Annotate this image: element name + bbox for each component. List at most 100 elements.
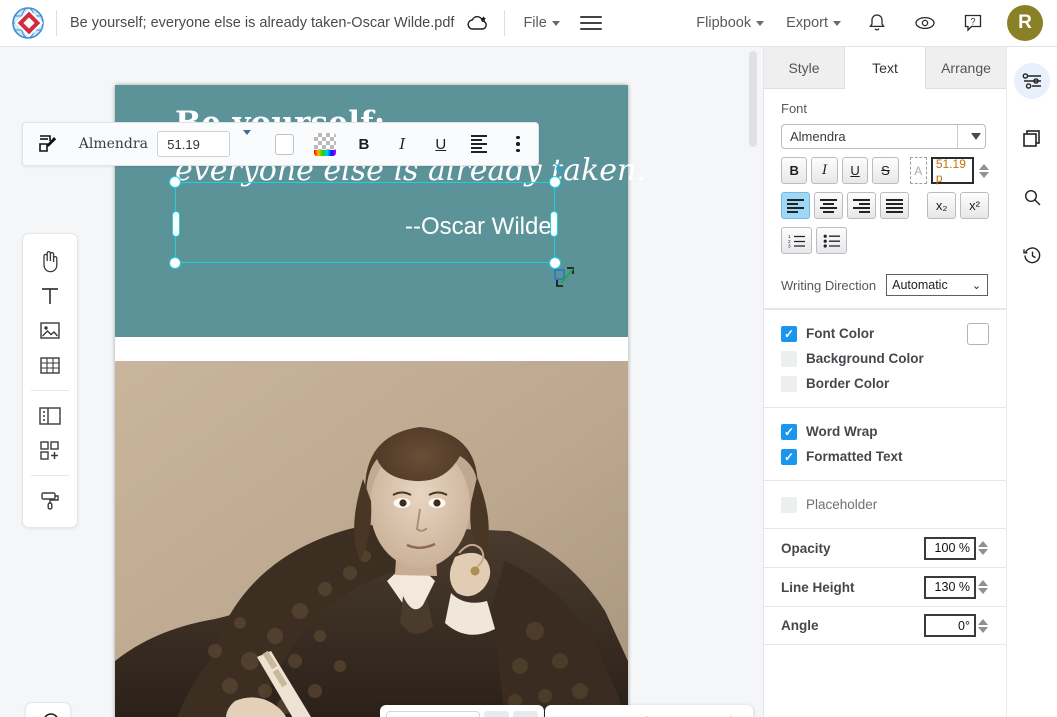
export-menu-label: Export (786, 15, 828, 31)
superscript-button[interactable]: x² (960, 192, 989, 219)
page-white-strip (115, 337, 628, 361)
header-right-group: Flipbook Export ? R (674, 5, 1057, 41)
italic-button[interactable]: I (811, 157, 837, 184)
background-color-checkbox[interactable] (781, 351, 797, 367)
previous-page-button[interactable]: ‹ (484, 711, 509, 717)
subscript-button[interactable]: x₂ (927, 192, 956, 219)
zoom-in-button[interactable] (719, 711, 745, 717)
align-center-button[interactable] (814, 192, 843, 219)
rotate-handle-icon[interactable]: ↻ (554, 161, 566, 178)
border-color-checkbox[interactable] (781, 376, 797, 392)
redo-button[interactable] (594, 711, 620, 717)
app-logo[interactable] (0, 5, 56, 41)
hand-tool[interactable] (30, 243, 70, 278)
avatar[interactable]: R (1007, 5, 1043, 41)
line-height-label: Line Height (781, 580, 855, 595)
strikethrough-button[interactable]: S (872, 157, 898, 184)
opacity-label: Opacity (781, 541, 831, 556)
writing-direction-select[interactable]: Automatic ⌄ (886, 274, 988, 296)
file-menu[interactable]: File (523, 15, 559, 31)
word-wrap-checkbox[interactable] (781, 424, 797, 440)
angle-input[interactable]: 0° (924, 614, 976, 637)
auto-size-A-icon[interactable]: A (910, 157, 927, 184)
presentation-play-button[interactable] (25, 702, 71, 717)
align-justify-icon[interactable] (469, 133, 489, 155)
align-right-button[interactable] (847, 192, 876, 219)
oscar-wilde-photo[interactable] (115, 361, 628, 717)
help-question-icon[interactable]: ? (961, 11, 985, 35)
font-color-checkbox[interactable] (781, 326, 797, 342)
flipbook-menu[interactable]: Flipbook (696, 15, 764, 31)
bold-button[interactable]: B (781, 157, 807, 184)
font-family-value: Almendra (782, 129, 846, 144)
border-color-label: Border Color (806, 376, 889, 391)
text-tool[interactable] (30, 278, 70, 313)
align-left-button[interactable] (781, 192, 810, 219)
zoom-out-button[interactable] (635, 711, 661, 717)
italic-button[interactable]: I (392, 133, 412, 155)
resize-handle-middle-right[interactable] (550, 211, 558, 237)
hamburger-menu-icon[interactable] (580, 16, 602, 30)
tab-arrange[interactable]: Arrange (926, 47, 1006, 88)
font-color-swatch[interactable] (275, 134, 295, 155)
bulleted-list-button[interactable] (816, 227, 847, 254)
export-menu[interactable]: Export (786, 15, 841, 31)
opacity-input[interactable]: 100 % (924, 537, 976, 560)
font-color-swatch[interactable] (967, 323, 989, 345)
background-color-swatch[interactable] (314, 133, 335, 156)
resize-handle-top-left[interactable] (169, 176, 181, 188)
font-name-display[interactable]: Almendra (79, 136, 152, 152)
next-page-button[interactable]: › (513, 711, 538, 717)
font-family-select[interactable]: Almendra (781, 124, 986, 149)
canvas-vertical-scrollbar[interactable] (749, 51, 757, 147)
undo-button[interactable] (553, 711, 579, 717)
alignment-button-row: x₂ x² (781, 192, 989, 219)
writing-direction-label: Writing Direction (781, 278, 876, 293)
font-size-chevron-down-icon[interactable] (239, 131, 255, 157)
layers-pages-button[interactable] (1014, 121, 1050, 157)
cloud-save-icon[interactable] (466, 11, 490, 35)
canvas-workspace[interactable]: Be yourself; everyone else is already ta… (0, 47, 763, 717)
header-divider-2 (504, 10, 505, 36)
notification-bell-icon[interactable] (865, 11, 889, 35)
font-size-stepper[interactable] (978, 157, 989, 184)
search-button[interactable] (1014, 179, 1050, 215)
preview-eye-icon[interactable] (913, 11, 937, 35)
formatted-text-checkbox[interactable] (781, 449, 797, 465)
more-vertical-icon[interactable] (508, 133, 528, 155)
right-icon-rail (1006, 47, 1057, 717)
line-height-input[interactable]: 130 % (924, 576, 976, 599)
underline-button[interactable]: U (842, 157, 868, 184)
angle-stepper[interactable] (976, 614, 989, 637)
edit-text-icon[interactable] (33, 129, 63, 159)
add-element-tool[interactable] (30, 433, 70, 468)
text-selection-box[interactable]: ↻ (175, 182, 555, 263)
tab-style[interactable]: Style (764, 47, 845, 88)
table-tool[interactable] (30, 348, 70, 383)
page-number-input[interactable]: 1 / 6 (386, 711, 480, 717)
bold-button[interactable]: B (354, 133, 374, 155)
font-size-input[interactable]: 51.19 p (931, 157, 974, 184)
resize-handle-middle-left[interactable] (172, 211, 180, 237)
document-title: Be yourself; everyone else is already ta… (70, 15, 454, 31)
text-flow-checkbox-group: Word Wrap Formatted Text (764, 407, 1006, 480)
properties-sliders-button[interactable] (1014, 63, 1050, 99)
font-section-label: Font (781, 101, 989, 116)
history-clock-icon (1023, 246, 1042, 265)
triangle-down-icon (957, 125, 985, 148)
resize-handle-bottom-left[interactable] (169, 257, 181, 269)
line-height-row: Line Height 130 % (764, 567, 1006, 606)
opacity-stepper[interactable] (976, 537, 989, 560)
underline-button[interactable]: U (431, 133, 451, 155)
numbered-list-button[interactable]: 123 (781, 227, 812, 254)
paint-roller-tool[interactable] (30, 483, 70, 518)
history-button[interactable] (1014, 237, 1050, 273)
font-size-input[interactable]: 51.19 (157, 131, 229, 157)
placeholder-checkbox[interactable] (781, 497, 797, 513)
page-layout-tool[interactable] (30, 398, 70, 433)
move-resize-icon[interactable] (554, 266, 576, 288)
align-justify-button[interactable] (880, 192, 909, 219)
image-tool[interactable] (30, 313, 70, 348)
tab-text[interactable]: Text (845, 47, 926, 89)
line-height-stepper[interactable] (976, 576, 989, 599)
